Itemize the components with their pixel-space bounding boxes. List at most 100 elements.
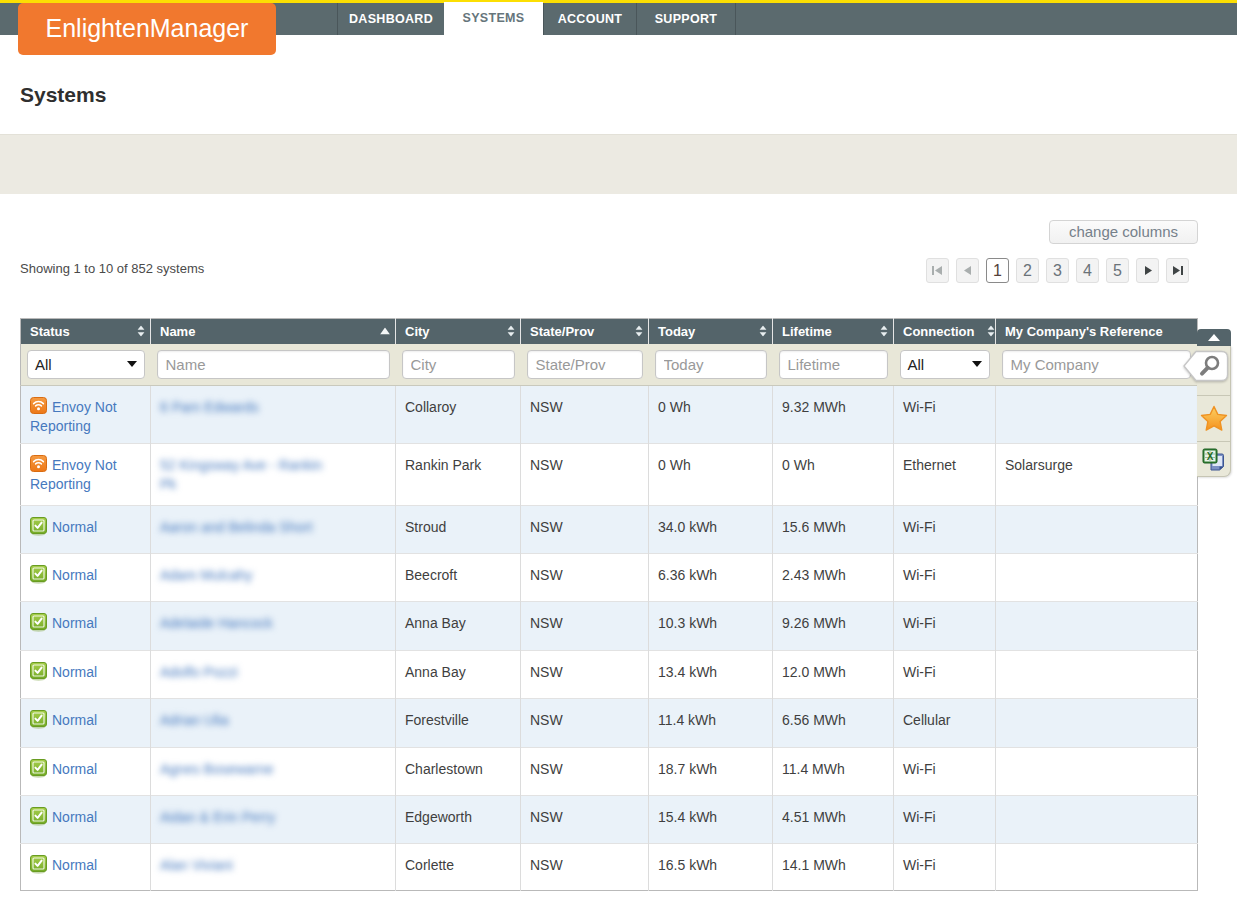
reference-cell [996,554,1198,602]
system-name-link[interactable]: Adolfo Pozzi [160,663,238,682]
selected-value: All [908,356,925,373]
page-button-5[interactable]: 5 [1106,258,1129,283]
reference-filter-input[interactable] [1002,350,1192,379]
column-header-lifetime[interactable]: Lifetime [773,319,894,344]
name-cell: 52 Kingsway Ave - Rankin Pk [151,444,396,506]
state-cell: NSW [521,602,649,651]
page-button-3[interactable]: 3 [1046,258,1069,283]
status-cell[interactable]: Normal [21,796,151,844]
today-cell: 11.4 kWh [649,699,773,748]
lifetime-cell: 9.26 MWh [773,602,894,651]
column-label: My Company's Reference [1005,324,1163,339]
system-row: NormalAdrian UliaForestvilleNSW11.4 kWh6… [21,699,1198,748]
city-cell: Rankin Park [396,444,521,506]
system-name-link[interactable]: Adrian Ulia [160,711,228,730]
lifetime-filter-input[interactable] [779,350,888,379]
today-filter-input[interactable] [655,350,767,379]
status-cell[interactable]: Normal [21,748,151,796]
today-cell: 18.7 kWh [649,748,773,796]
reference-cell [996,602,1198,651]
status-cell[interactable]: Normal [21,506,151,554]
status-cell[interactable]: Normal [21,699,151,748]
page-button-2[interactable]: 2 [1016,258,1039,283]
prev-page-button[interactable] [956,258,979,283]
reference-cell [996,699,1198,748]
system-name-link[interactable]: Aaron and Belinda Short [160,518,313,537]
system-row: NormalAdam MulcahyBeecroftNSW6.36 kWh2.4… [21,554,1198,602]
favorite-button[interactable] [1197,395,1230,441]
status-cell[interactable]: Envoy Not Reporting [21,444,151,506]
column-header-city[interactable]: City [396,319,521,344]
normal-icon [30,568,47,580]
collapse-up-icon [1208,334,1220,341]
status-filter-select[interactable]: All [27,350,145,379]
column-header-name[interactable]: Name [151,319,396,344]
status-cell[interactable]: Normal [21,554,151,602]
brand-logo[interactable]: EnlightenManager [18,3,276,55]
city-cell: Beecroft [396,554,521,602]
page-button-4[interactable]: 4 [1076,258,1099,283]
status-label: Normal [52,567,97,583]
column-header-today[interactable]: Today [649,319,773,344]
today-cell: 10.3 kWh [649,602,773,651]
nav-tab-support[interactable]: SUPPORT [636,3,736,35]
collapse-button[interactable] [1197,329,1231,346]
column-label: Name [160,324,195,339]
state-cell: NSW [521,554,649,602]
system-name-link[interactable]: 52 Kingsway Ave - Rankin Pk [160,456,322,494]
name-cell: 6 Pam Edwards [151,386,396,444]
table-header-row: Status Name City State/Prov Today LifetimeCon… [21,319,1198,344]
reference-cell [996,651,1198,699]
system-name-link[interactable]: Adam Mulcahy [160,566,253,585]
column-header-reference[interactable]: My Company's Reference [996,319,1198,344]
state-filter-input[interactable] [527,350,643,379]
system-name-link[interactable]: 6 Pam Edwards [160,398,259,417]
column-header-status[interactable]: Status [21,319,151,344]
system-name-link[interactable]: Alan Viviani [160,856,233,875]
status-label: Normal [52,664,97,680]
status-cell[interactable]: Normal [21,844,151,891]
nav-tab-systems[interactable]: SYSTEMS [444,2,543,47]
column-header-connection[interactable]: Connection [894,319,996,344]
system-name-link[interactable]: Aidan & Erin Perry [160,808,275,827]
page-button-1[interactable]: 1 [986,258,1009,283]
column-label: State/Prov [530,324,594,339]
reference-cell [996,386,1198,444]
next-page-button[interactable] [1136,258,1159,283]
page: DASHBOARDSYSTEMSACCOUNTSUPPORT Enlighten… [0,0,1237,897]
connection-filter-select[interactable]: All [900,350,990,379]
name-filter-input[interactable] [157,350,390,379]
normal-icon [30,762,47,774]
status-cell[interactable]: Envoy Not Reporting [21,386,151,444]
lifetime-cell: 14.1 MWh [773,844,894,891]
search-button[interactable] [1182,350,1229,383]
column-header-state[interactable]: State/Prov [521,319,649,344]
lifetime-cell: 9.32 MWh [773,386,894,444]
prev-page-icon [964,266,972,275]
column-label: Today [658,324,695,339]
city-cell: Anna Bay [396,602,521,651]
filter-cell-status: All [21,344,151,386]
page-title: Systems [20,83,106,107]
status-label: Normal [52,761,97,777]
status-cell[interactable]: Normal [21,651,151,699]
nav-tab-dashboard[interactable]: DASHBOARD [337,3,444,35]
status-cell[interactable]: Normal [21,602,151,651]
city-cell: Stroud [396,506,521,554]
change-columns-button[interactable]: change columns [1049,220,1198,244]
results-summary: Showing 1 to 10 of 852 systems [20,261,204,276]
system-name-link[interactable]: Adelaide Hancock [160,614,273,633]
nav-tab-account[interactable]: ACCOUNT [543,3,636,35]
system-name-link[interactable]: Agnes Bosewarne [160,760,274,779]
envoy-not-reporting-icon [30,458,47,470]
state-cell: NSW [521,506,649,554]
export-button[interactable]: X [1197,441,1230,477]
first-page-button[interactable] [926,258,949,283]
sort-both-icon [880,326,888,337]
last-page-button[interactable] [1166,258,1189,283]
sort-asc-icon [380,328,390,335]
city-filter-input[interactable] [402,350,515,379]
name-cell: Aidan & Erin Perry [151,796,396,844]
normal-icon [30,810,47,822]
filter-cell-today [649,344,773,386]
